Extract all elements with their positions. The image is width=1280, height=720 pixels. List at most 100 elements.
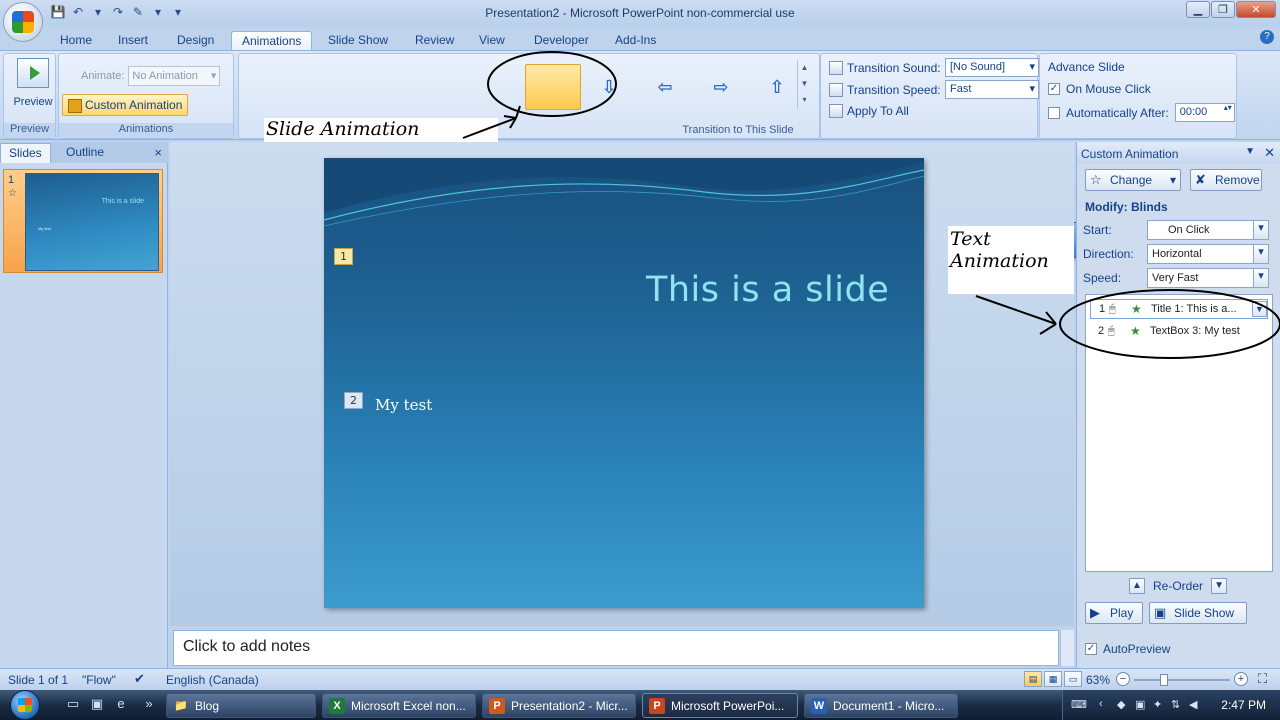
start-button[interactable] xyxy=(6,690,46,720)
slide-show-button[interactable]: ▣ Slide Show xyxy=(1149,602,1247,624)
notes-pane[interactable]: Click to add notes xyxy=(173,630,1059,666)
zoom-slider[interactable] xyxy=(1134,674,1230,686)
close-button[interactable]: ✕ xyxy=(1236,1,1276,18)
clock[interactable]: 2:47 PM xyxy=(1221,698,1266,712)
custom-animation-button[interactable]: Custom Animation xyxy=(62,94,189,116)
remove-button[interactable]: ✘ Remove xyxy=(1190,169,1262,191)
autopreview-row[interactable]: ✓ AutoPreview xyxy=(1085,642,1170,656)
transition-wipe-right[interactable]: ⇨ xyxy=(693,64,1059,258)
tab-review[interactable]: Review xyxy=(415,31,454,50)
network-icon[interactable]: ⇅ xyxy=(1171,698,1180,711)
gallery-more-icon[interactable]: ▾ xyxy=(802,92,806,108)
tray-app-icon-2[interactable]: ▣ xyxy=(1135,698,1145,711)
office-button[interactable] xyxy=(3,2,43,42)
task-excel[interactable]: X Microsoft Excel non... xyxy=(322,693,476,718)
tab-slide-show[interactable]: Slide Show xyxy=(328,31,388,50)
animate-combo[interactable]: No Animation xyxy=(128,66,221,86)
speed-select[interactable]: Very Fast xyxy=(1147,268,1269,288)
tab-add-ins[interactable]: Add-Ins xyxy=(615,31,656,50)
change-button[interactable]: ☆ Change xyxy=(1085,169,1181,191)
slide-wave-decoration xyxy=(324,158,924,227)
preview-button[interactable]: Preview xyxy=(10,58,56,108)
play-button[interactable]: ▶ Play xyxy=(1085,602,1143,624)
quicklaunch-more-icon[interactable]: » xyxy=(140,696,158,714)
gallery-down-icon[interactable]: ▼ xyxy=(801,76,809,92)
transition-speed-combo[interactable]: Fast xyxy=(945,80,1039,99)
zoom-level: 63% xyxy=(1086,673,1111,687)
transition-sound-combo[interactable]: [No Sound] xyxy=(945,58,1039,77)
slide-count: Slide 1 of 1 xyxy=(8,673,69,687)
item-dropdown-icon[interactable]: ▼ xyxy=(1252,301,1267,317)
transition-wipe-down[interactable]: ⇩ xyxy=(581,64,947,258)
tray-app-icon-3[interactable]: ✦ xyxy=(1153,698,1162,711)
tab-insert[interactable]: Insert xyxy=(118,31,148,50)
play-icon: ▶ xyxy=(1090,605,1100,620)
arrow-down-icon: ⇩ xyxy=(601,76,617,97)
animation-order-tag-1[interactable]: 1 xyxy=(334,248,353,265)
tab-developer[interactable]: Developer xyxy=(534,31,589,50)
pane-options-icon[interactable]: ▼ xyxy=(1245,146,1255,157)
gallery-up-icon[interactable]: ▲ xyxy=(801,60,809,76)
show-desktop-icon[interactable]: ▭ xyxy=(64,696,82,714)
transition-dissolve-selected[interactable] xyxy=(525,64,892,259)
notes-scrollbar[interactable] xyxy=(1060,630,1074,666)
maximize-button[interactable]: ❐ xyxy=(1211,1,1235,18)
start-select[interactable]: On Click xyxy=(1147,220,1269,240)
tab-design[interactable]: Design xyxy=(177,31,214,50)
tab-home[interactable]: Home xyxy=(60,31,92,50)
item-label: TextBox 3: My test xyxy=(1150,325,1240,337)
task-word[interactable]: W Document1 - Micro... xyxy=(804,693,958,718)
task-presentation2[interactable]: P Presentation2 - Micr... xyxy=(482,693,636,718)
auto-after-checkbox[interactable] xyxy=(1048,106,1060,119)
mouse-click-icon: 🖱 xyxy=(1108,324,1115,337)
volume-icon[interactable]: ◀ xyxy=(1189,698,1197,711)
minimize-button[interactable]: ▁ xyxy=(1186,1,1210,18)
internet-explorer-icon[interactable]: e xyxy=(112,696,130,714)
slide-sorter-icon[interactable]: ▦ xyxy=(1044,671,1062,687)
normal-view-icon[interactable]: ▤ xyxy=(1024,671,1042,687)
tab-view[interactable]: View xyxy=(479,31,505,50)
apply-to-all-button[interactable]: Apply To All xyxy=(829,104,909,118)
transition-cut[interactable] xyxy=(413,64,779,258)
autopreview-checkbox[interactable]: ✓ xyxy=(1085,643,1097,655)
switch-windows-icon[interactable]: ▣ xyxy=(88,696,106,714)
play-label: Play xyxy=(1110,606,1134,620)
keyboard-icon[interactable]: ⌨ xyxy=(1071,698,1087,711)
move-down-icon[interactable]: ▼ xyxy=(1211,578,1228,594)
tray-app-icon[interactable]: ◆ xyxy=(1117,698,1125,711)
task-powerpoint-active[interactable]: P Microsoft PowerPoi... xyxy=(642,693,798,718)
transition-no-transition[interactable] xyxy=(245,64,611,258)
transition-wipe-left[interactable]: ⇦ xyxy=(637,64,1003,258)
tab-slides[interactable]: Slides xyxy=(0,143,51,163)
on-mouse-click-checkbox[interactable]: ✓ xyxy=(1048,83,1060,95)
on-mouse-click-row[interactable]: ✓ On Mouse Click xyxy=(1048,82,1151,96)
tab-outline[interactable]: Outline xyxy=(58,143,112,163)
move-up-icon[interactable]: ▲ xyxy=(1129,578,1145,594)
transition-fade-through-black[interactable] xyxy=(357,64,723,258)
direction-select[interactable]: Horizontal xyxy=(1147,244,1269,264)
slide-show-label: Slide Show xyxy=(1174,606,1235,620)
close-pane-icon[interactable]: × xyxy=(154,145,162,160)
spellcheck-icon[interactable]: ✔ xyxy=(134,671,145,687)
transition-cut-through-black[interactable] xyxy=(469,64,835,258)
slide-show-view-icon[interactable]: ▭ xyxy=(1064,671,1082,687)
animation-item-1[interactable]: 1 🖱 ★ Title 1: This is a... ▼ xyxy=(1090,299,1268,319)
pane-close-icon[interactable]: ✕ xyxy=(1264,145,1275,161)
zoom-in-icon[interactable]: + xyxy=(1234,672,1248,686)
task-blog[interactable]: 📁 Blog xyxy=(166,693,316,718)
animation-item-2[interactable]: 2 🖱 ★ TextBox 3: My test xyxy=(1090,321,1268,341)
transition-fade-smoothly[interactable] xyxy=(301,64,667,258)
slide-textbox[interactable]: My test xyxy=(375,396,432,414)
zoom-out-icon[interactable]: − xyxy=(1116,672,1130,686)
animation-order-tag-2[interactable]: 2 xyxy=(344,392,363,409)
help-icon[interactable]: ? xyxy=(1260,30,1274,44)
auto-after-spinner[interactable]: 00:00 xyxy=(1174,103,1235,122)
slide-title[interactable]: This is a slide xyxy=(646,270,889,310)
fit-window-icon[interactable]: ⛶ xyxy=(1258,671,1267,687)
zoom-slider-knob[interactable] xyxy=(1160,674,1168,686)
slide-thumbnail[interactable]: 1 ☆ This is a slide My test xyxy=(3,169,163,273)
gallery-scroll[interactable]: ▲ ▼ ▾ xyxy=(797,60,811,108)
tab-animations[interactable]: Animations xyxy=(231,31,313,50)
tray-expand-icon[interactable]: ‹ xyxy=(1099,698,1103,710)
slide-canvas[interactable]: 1 This is a slide 2 My test xyxy=(324,158,924,608)
